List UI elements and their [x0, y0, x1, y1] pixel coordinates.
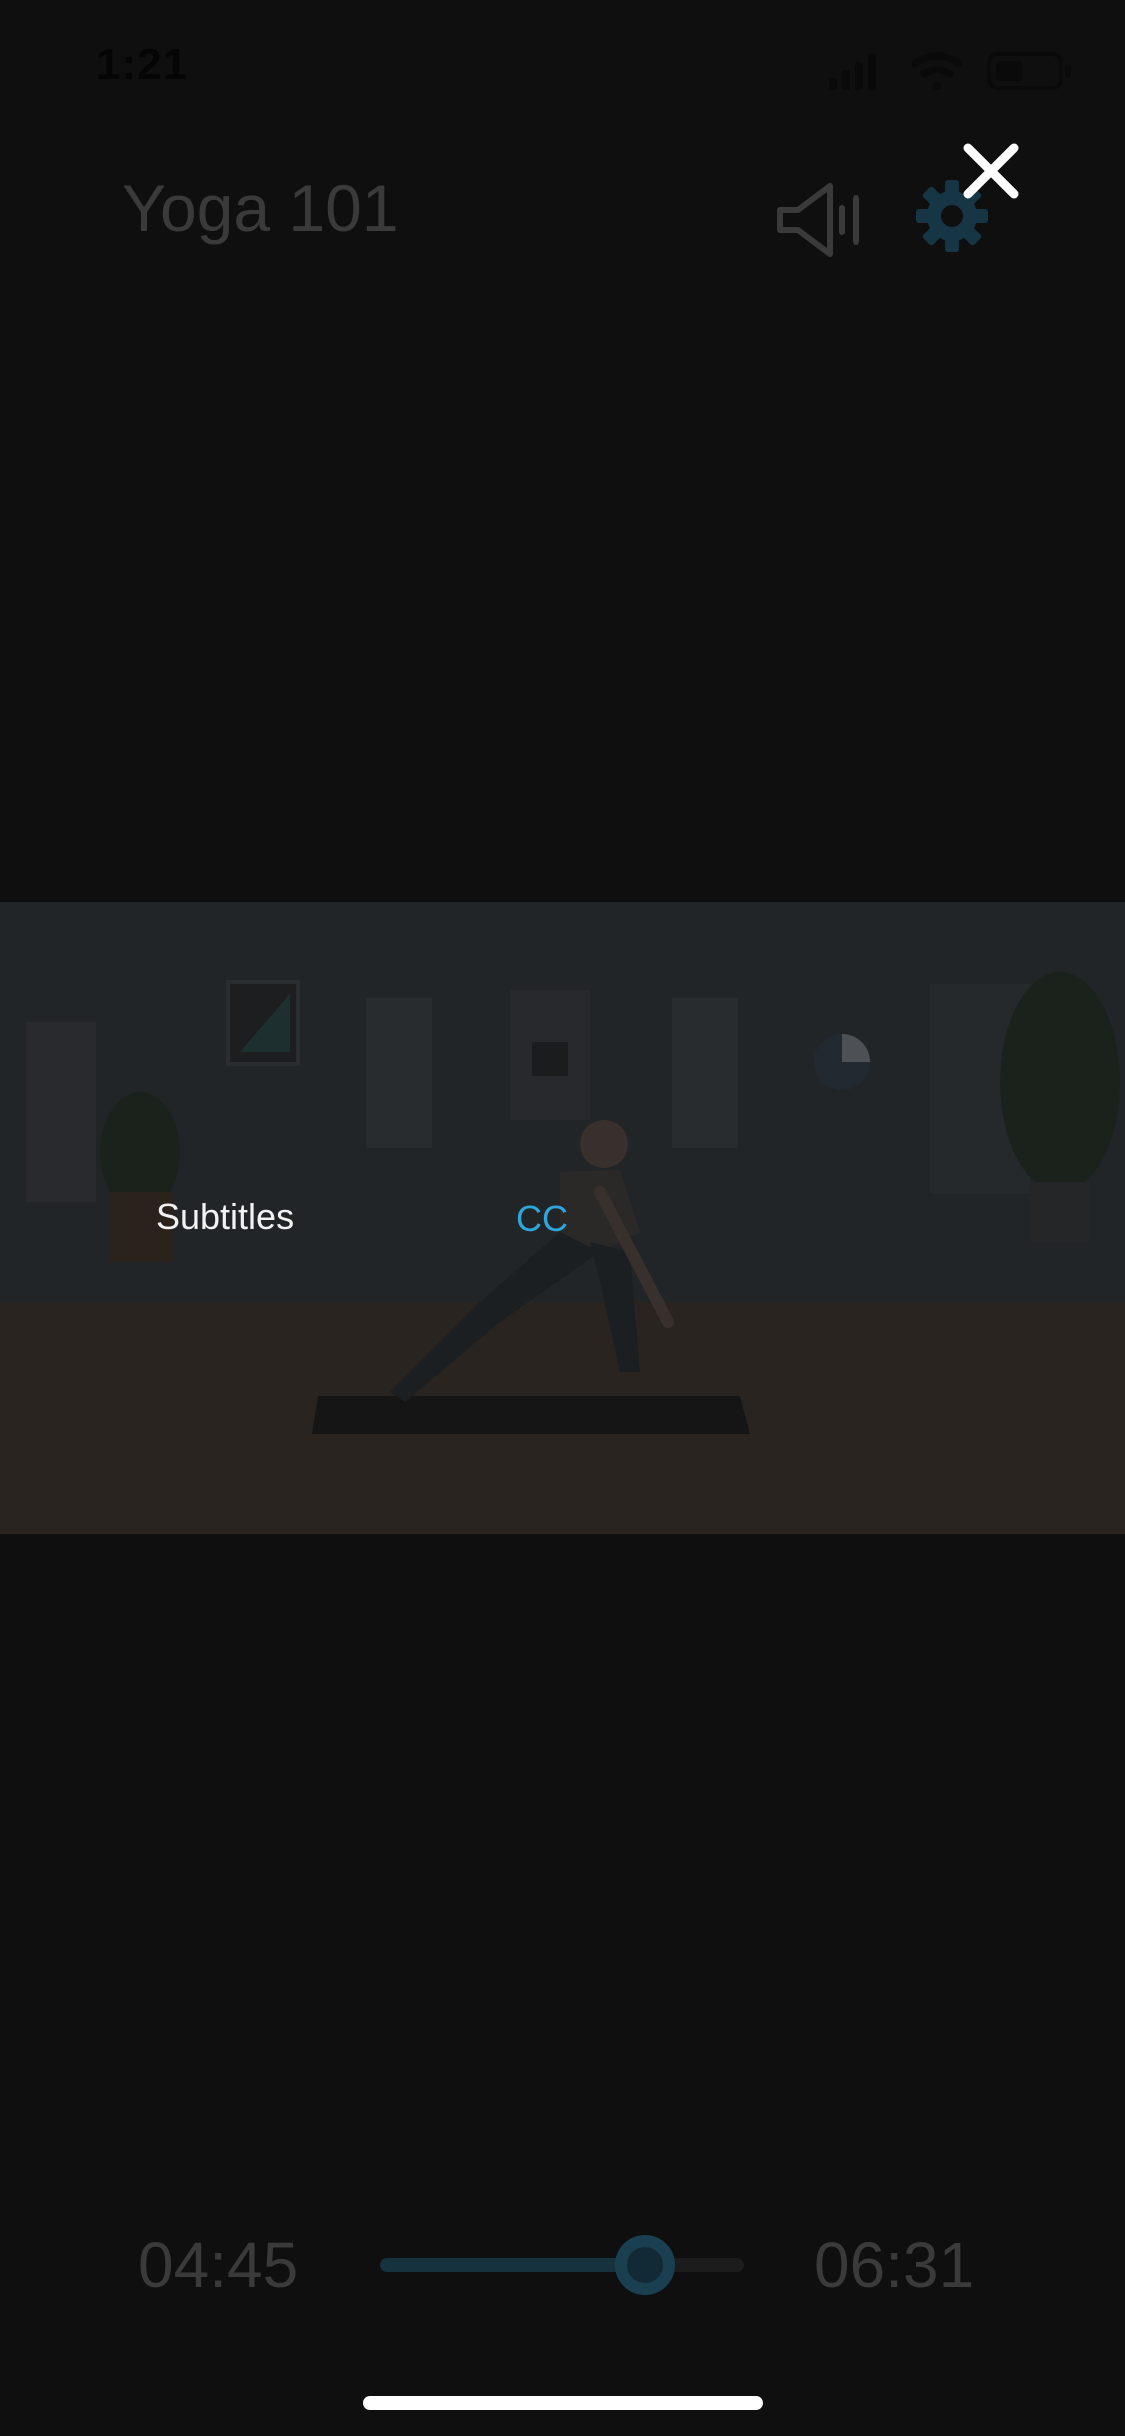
subtitle-option-cc[interactable]: CC: [516, 1198, 568, 1240]
progress-fill: [380, 2258, 646, 2272]
close-icon[interactable]: [958, 138, 1024, 204]
cellular-signal-icon: [829, 54, 876, 90]
video-player-screen: 1:21 Yoga 101 Subtitles CC 04:45 06:31: [0, 0, 1125, 2436]
battery-icon: [987, 52, 1071, 90]
status-time: 1:21: [96, 40, 189, 89]
subtitles-label: Subtitles: [156, 1196, 295, 1237]
status-icons: [829, 48, 1079, 92]
video-title: Yoga 101: [122, 171, 399, 245]
progress-thumb[interactable]: [615, 2235, 676, 2295]
total-time: 06:31: [814, 2229, 975, 2301]
home-indicator[interactable]: [363, 2396, 763, 2410]
elapsed-time: 04:45: [138, 2229, 299, 2301]
progress-slider[interactable]: [380, 2235, 744, 2295]
speaker-icon[interactable]: [772, 180, 862, 260]
wifi-icon: [911, 52, 963, 90]
